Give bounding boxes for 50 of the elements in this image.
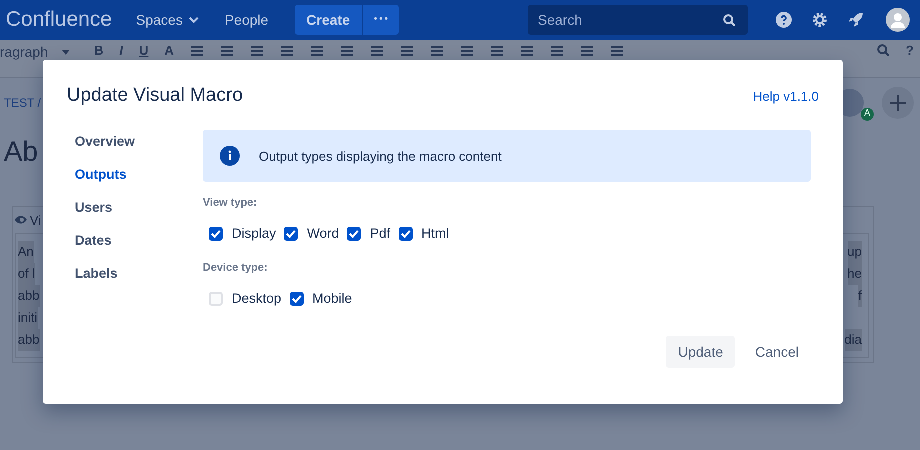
update-button[interactable]: Update bbox=[666, 336, 736, 368]
checkbox[interactable] bbox=[347, 226, 362, 240]
format-button[interactable]: I bbox=[120, 43, 124, 58]
sidebar-item[interactable]: Dates bbox=[75, 232, 112, 250]
field-label: View type: bbox=[203, 197, 258, 209]
format-button[interactable]: B bbox=[94, 43, 104, 58]
info-message: Output types displaying the macro content bbox=[259, 148, 502, 164]
format-button[interactable]: A bbox=[164, 43, 174, 58]
checkbox-label: Display bbox=[232, 226, 276, 241]
checkbox[interactable] bbox=[290, 292, 304, 306]
avatar-badge: A bbox=[861, 108, 874, 121]
dialog-title: Update Visual Macro bbox=[67, 85, 244, 107]
nav-link[interactable]: People bbox=[224, 12, 269, 28]
format-button[interactable]: U bbox=[139, 43, 149, 58]
avatar-icon[interactable] bbox=[886, 8, 910, 32]
paragraph-format-dropdown[interactable]: ragraph bbox=[0, 44, 70, 60]
search-icon[interactable] bbox=[877, 44, 890, 57]
checkbox[interactable] bbox=[209, 226, 223, 240]
caret-icon bbox=[62, 50, 70, 54]
rocket-icon[interactable] bbox=[848, 12, 864, 28]
search-icon bbox=[723, 14, 736, 27]
help-button[interactable]: ? bbox=[906, 43, 914, 58]
nav-link[interactable]: Spaces bbox=[136, 12, 199, 28]
more-button[interactable]: ••• bbox=[363, 5, 400, 35]
page-title: Ab bbox=[4, 136, 38, 168]
info-icon bbox=[220, 146, 240, 166]
settings-icon[interactable] bbox=[812, 12, 828, 28]
macro-title: Vi bbox=[30, 212, 42, 228]
checkbox[interactable] bbox=[284, 226, 298, 240]
checkbox-label: Html bbox=[422, 226, 450, 241]
checkbox-label: Desktop bbox=[232, 291, 282, 306]
sidebar-item[interactable]: Users bbox=[75, 199, 113, 217]
cancel-button[interactable]: Cancel bbox=[743, 336, 811, 368]
chevron-down-icon bbox=[188, 17, 199, 23]
search-field[interactable]: Search bbox=[528, 5, 748, 35]
sidebar-item[interactable]: Outputs bbox=[75, 166, 127, 184]
add-icon[interactable] bbox=[882, 87, 914, 119]
eye-icon bbox=[15, 216, 27, 224]
create-button[interactable]: Create bbox=[294, 5, 362, 35]
checkbox-label: Word bbox=[307, 226, 340, 241]
checkbox[interactable] bbox=[398, 226, 413, 240]
logo-text[interactable]: Confluence bbox=[6, 8, 112, 32]
checkbox-label: Mobile bbox=[312, 291, 352, 306]
sidebar-item[interactable]: Labels bbox=[75, 265, 118, 283]
checkbox-label: Pdf bbox=[370, 226, 391, 241]
sidebar-item[interactable]: Overview bbox=[75, 133, 136, 151]
help-icon[interactable] bbox=[776, 12, 792, 28]
help-link[interactable]: Help v1.1.0 bbox=[753, 88, 819, 104]
field-label: Device type: bbox=[203, 262, 269, 274]
checkbox[interactable] bbox=[209, 292, 223, 306]
